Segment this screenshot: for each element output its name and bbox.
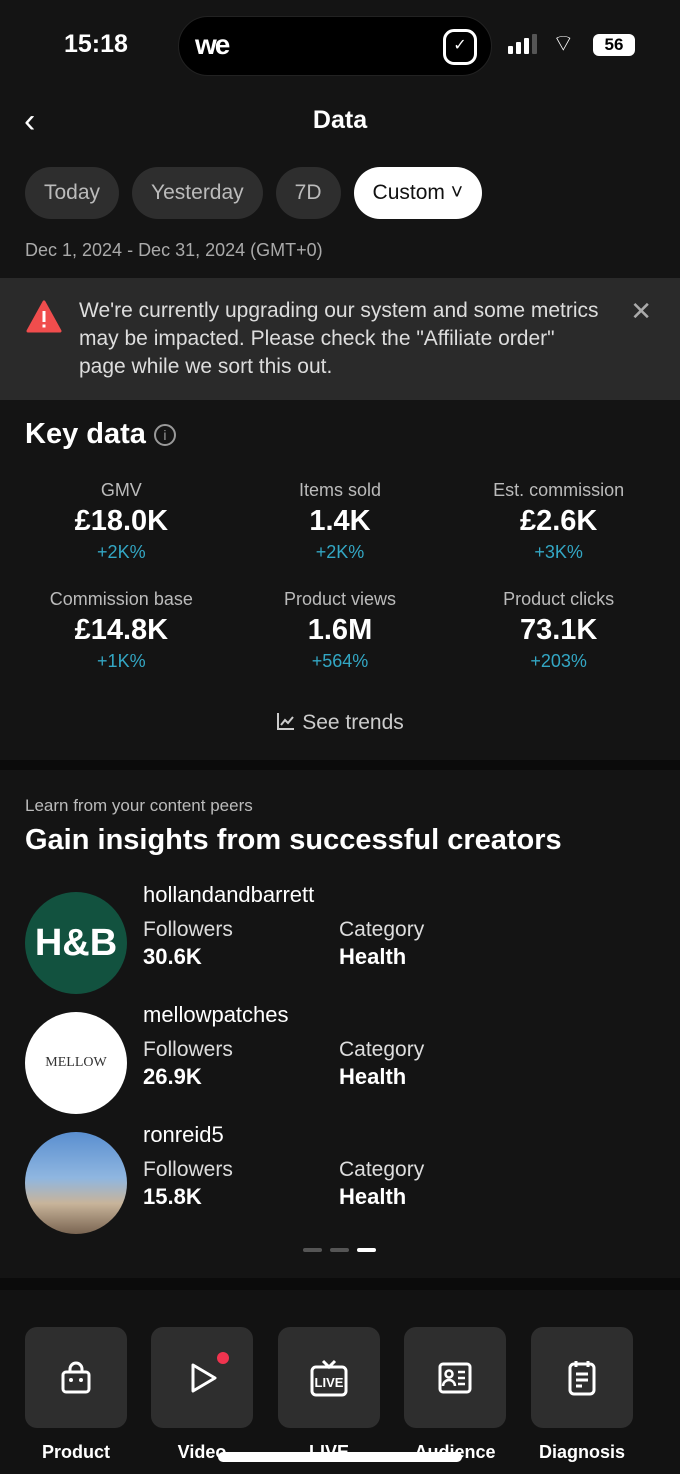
metric-est-commission[interactable]: Est. commission £2.6K +3K%	[449, 480, 668, 563]
creator-row[interactable]: ronreid5 Followers 15.8K Category Health	[25, 1122, 665, 1234]
followers-value: 15.8K	[143, 1184, 202, 1209]
date-chips: Today Yesterday 7D Custom ˅	[25, 167, 482, 219]
metric-value: £2.6K	[519, 505, 598, 537]
metric-value: 73.1K	[519, 614, 598, 646]
shopping-bag-icon	[61, 1361, 91, 1393]
metric-change: +2K%	[97, 542, 146, 562]
peers-subtitle: Learn from your content peers	[25, 796, 253, 815]
metric-change: +564%	[311, 651, 369, 671]
home-indicator[interactable]	[218, 1452, 462, 1462]
metric-commission-base[interactable]: Commission base £14.8K +1K%	[12, 589, 231, 672]
chip-today[interactable]: Today	[25, 167, 120, 219]
main-section: 15:18 we ✓ ⌔ 56 ‹ Data Today Yesterday 7…	[0, 0, 680, 760]
category-value: Health	[339, 1184, 407, 1209]
upgrade-banner: We're currently upgrading our system and…	[0, 278, 680, 400]
creator-name: hollandandbarrett	[143, 882, 315, 907]
category-value: Health	[339, 944, 407, 969]
creator-name: ronreid5	[143, 1122, 224, 1147]
metric-value: 1.6M	[307, 614, 373, 646]
warning-icon	[26, 300, 62, 333]
check-icon: ✓	[443, 29, 477, 65]
chip-custom[interactable]: Custom ˅	[353, 167, 482, 219]
metric-label: GMV	[100, 480, 142, 500]
avatar: MELLOW	[25, 1012, 127, 1114]
status-bar: 15:18 we ✓ ⌔ 56	[0, 0, 680, 90]
banner-text: We're currently upgrading our system and…	[79, 299, 599, 378]
avatar	[25, 1132, 127, 1234]
metric-change: +2K%	[315, 542, 365, 562]
followers-label: Followers	[143, 1038, 233, 1061]
metric-product-views[interactable]: Product views 1.6M +564%	[231, 589, 450, 672]
creator-row[interactable]: H&B hollandandbarrett Followers 30.6K Ca…	[25, 882, 665, 994]
metric-label: Commission base	[49, 589, 193, 609]
play-icon	[191, 1363, 217, 1392]
key-data-label: Key data	[25, 418, 146, 450]
metric-label: Product views	[283, 589, 397, 609]
avatar-logo: MELLOW	[45, 1055, 107, 1070]
tools-nav: Product Video LIVE LIVE Audience Diagnos…	[0, 1290, 680, 1474]
see-trends-button[interactable]: See trends	[0, 711, 680, 735]
wifi-icon: ⌔	[552, 30, 575, 57]
metric-gmv[interactable]: GMV £18.0K +2K%	[12, 480, 231, 563]
metric-value: £14.8K	[74, 614, 169, 646]
metric-change: +203%	[530, 651, 587, 671]
see-trends-label: See trends	[302, 711, 404, 734]
metric-label: Product clicks	[503, 589, 615, 609]
metric-change: +3K%	[534, 542, 583, 562]
metric-value: 1.4K	[309, 505, 371, 537]
battery-icon: 56	[593, 34, 635, 56]
page-indicator	[303, 1248, 376, 1252]
live-tv-icon: LIVE	[310, 1359, 348, 1396]
avatar: H&B	[25, 892, 127, 994]
clipboard-icon	[568, 1360, 596, 1395]
followers-value: 26.9K	[143, 1064, 202, 1089]
nav-label: Diagnosis	[538, 1442, 626, 1462]
live-button[interactable]: LIVE	[278, 1327, 380, 1428]
notification-dot	[217, 1352, 229, 1364]
key-data-title: Key data i	[25, 418, 176, 451]
svg-text:LIVE: LIVE	[315, 1375, 344, 1390]
audience-button[interactable]	[404, 1327, 506, 1428]
category-label: Category	[339, 1038, 425, 1061]
id-card-icon	[438, 1362, 472, 1393]
metric-label: Items sold	[298, 480, 381, 500]
video-button[interactable]	[151, 1327, 253, 1428]
chip-yesterday[interactable]: Yesterday	[132, 167, 263, 219]
peers-title: Gain insights from successful creators	[25, 824, 562, 856]
info-icon[interactable]: i	[153, 424, 176, 447]
date-range: Dec 1, 2024 - Dec 31, 2024 (GMT+0)	[25, 240, 323, 260]
avatar-logo: H&B	[34, 921, 118, 964]
chart-icon	[277, 713, 295, 730]
creator-name: mellowpatches	[143, 1002, 289, 1027]
product-button[interactable]	[25, 1327, 127, 1428]
metric-product-clicks[interactable]: Product clicks 73.1K +203%	[449, 589, 668, 672]
category-label: Category	[339, 918, 425, 941]
chip-7d[interactable]: 7D	[275, 167, 341, 219]
nav-label: Product	[41, 1442, 110, 1462]
close-icon[interactable]: ✕	[630, 296, 652, 327]
app-badge: we	[195, 29, 230, 60]
followers-label: Followers	[143, 918, 233, 941]
peers-section: Learn from your content peers Gain insig…	[0, 770, 680, 1278]
category-label: Category	[339, 1158, 425, 1181]
metric-change: +1K%	[97, 651, 146, 671]
followers-value: 30.6K	[143, 944, 202, 969]
page-title: Data	[312, 106, 368, 134]
category-value: Health	[339, 1064, 407, 1089]
followers-label: Followers	[143, 1158, 233, 1181]
metric-label: Est. commission	[493, 480, 625, 500]
clock: 15:18	[64, 30, 128, 58]
metrics-grid: GMV £18.0K +2K% Items sold 1.4K +2K% Est. co…	[12, 480, 668, 672]
dynamic-island: we ✓	[178, 16, 492, 76]
signal-icon	[508, 34, 537, 54]
metric-value: £18.0K	[74, 505, 169, 537]
diagnosis-button[interactable]	[531, 1327, 633, 1428]
metric-items-sold[interactable]: Items sold 1.4K +2K%	[231, 480, 450, 563]
creator-row[interactable]: MELLOW mellowpatches Followers 26.9K Cat…	[25, 1002, 665, 1114]
